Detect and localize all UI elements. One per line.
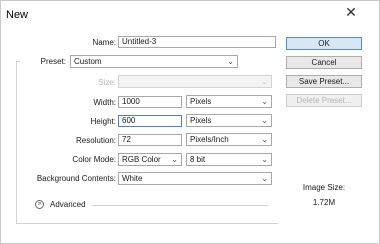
advanced-label[interactable]: Advanced xyxy=(50,200,86,209)
size-dropdown: ⌄ xyxy=(118,75,272,88)
resolution-input[interactable]: 72 xyxy=(118,134,182,146)
chevron-down-icon: ⌄ xyxy=(261,135,268,144)
height-input[interactable]: 600 xyxy=(118,115,182,127)
bit-depth-value: 8 bit xyxy=(190,155,206,164)
chevron-down-icon: ⌄ xyxy=(261,155,268,164)
preset-dropdown[interactable]: Custom ⌄ xyxy=(70,55,238,68)
name-input[interactable]: Untitled-3 xyxy=(118,36,276,48)
height-unit-dropdown[interactable]: Pixels ⌄ xyxy=(186,114,272,127)
resolution-unit-dropdown[interactable]: Pixels/Inch ⌄ xyxy=(186,133,272,146)
width-input[interactable]: 1000 xyxy=(118,96,182,108)
height-label: Height: xyxy=(90,117,116,126)
height-unit-value: Pixels xyxy=(190,116,212,125)
double-chevron-down-icon[interactable]: » xyxy=(35,200,44,209)
preset-value: Custom xyxy=(74,57,102,66)
chevron-down-icon: ⌄ xyxy=(261,116,268,125)
chevron-down-icon: ⌄ xyxy=(261,97,268,106)
dialog-title: New xyxy=(6,9,29,21)
advanced-divider xyxy=(92,205,268,206)
width-unit-dropdown[interactable]: Pixels ⌄ xyxy=(186,95,272,108)
chevron-down-icon: ⌄ xyxy=(261,174,268,183)
chevron-down-icon: ⌄ xyxy=(171,155,178,164)
cancel-button[interactable]: Cancel xyxy=(286,56,362,69)
size-label: Size: xyxy=(98,78,116,87)
preset-group-border-bottom xyxy=(16,223,278,224)
close-icon[interactable]: ✕ xyxy=(344,5,358,19)
color-mode-dropdown[interactable]: RGB Color ⌄ xyxy=(118,153,182,166)
background-contents-label: Background Contents: xyxy=(36,174,116,183)
width-unit-value: Pixels xyxy=(190,97,212,106)
image-size-label: Image Size: xyxy=(302,183,346,192)
background-contents-value: White xyxy=(122,174,143,183)
resolution-label: Resolution: xyxy=(75,136,116,145)
background-contents-dropdown[interactable]: White ⌄ xyxy=(118,172,272,185)
preset-group-border-left xyxy=(16,61,17,224)
bit-depth-dropdown[interactable]: 8 bit ⌄ xyxy=(186,153,272,166)
width-label: Width: xyxy=(93,98,116,107)
ok-button[interactable]: OK xyxy=(286,37,362,50)
chevron-down-icon: ⌄ xyxy=(261,77,268,86)
chevron-down-icon: ⌄ xyxy=(227,57,234,66)
delete-preset-button: Delete Preset... xyxy=(286,94,362,107)
preset-label: Preset: xyxy=(40,57,66,66)
name-label: Name: xyxy=(92,38,116,47)
image-size-value: 1.72M xyxy=(312,198,336,207)
save-preset-button[interactable]: Save Preset... xyxy=(286,75,362,88)
color-mode-value: RGB Color xyxy=(122,155,161,164)
resolution-unit-value: Pixels/Inch xyxy=(190,135,229,144)
color-mode-label: Color Mode: xyxy=(72,155,116,164)
